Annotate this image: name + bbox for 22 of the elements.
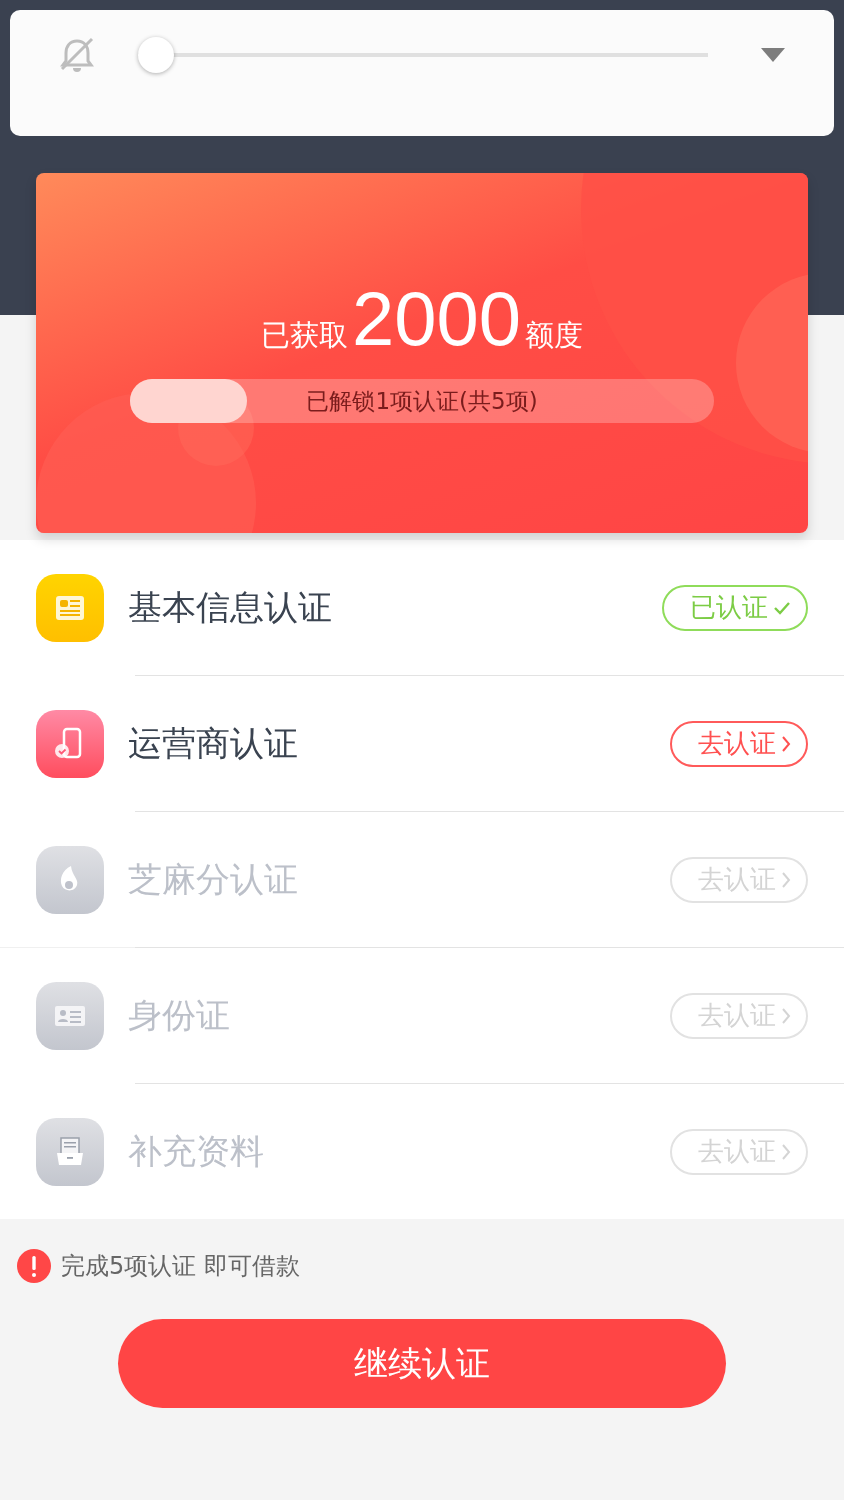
item-title: 身份证 bbox=[128, 993, 231, 1037]
item-title: 芝麻分认证 bbox=[128, 857, 299, 901]
drop-icon bbox=[36, 845, 104, 914]
item-title: 补充资料 bbox=[128, 1129, 265, 1173]
quota-amount: 2000 bbox=[351, 281, 522, 357]
document-icon bbox=[36, 573, 104, 642]
phone-icon bbox=[36, 709, 104, 778]
item-title: 基本信息认证 bbox=[128, 585, 333, 629]
bell-muted-icon[interactable] bbox=[58, 35, 96, 75]
drawer-icon bbox=[36, 1117, 104, 1186]
verify-button[interactable]: 已认证 bbox=[662, 584, 808, 631]
notice-text: 完成5项认证 即可借款 bbox=[61, 1251, 300, 1282]
warning-icon bbox=[17, 1249, 51, 1283]
idcard-icon bbox=[36, 981, 104, 1050]
continue-button[interactable]: 继续认证 bbox=[118, 1319, 726, 1408]
quota-suffix: 额度 bbox=[525, 317, 584, 354]
progress-label: 已解锁1项认证(共5项) bbox=[306, 386, 538, 416]
dropdown-caret-icon[interactable] bbox=[760, 47, 786, 63]
quota-prefix: 已获取 bbox=[260, 317, 348, 354]
verify-button[interactable]: 去认证 bbox=[670, 720, 808, 767]
item-title: 运营商认证 bbox=[128, 721, 299, 765]
slider-thumb[interactable] bbox=[138, 37, 174, 73]
